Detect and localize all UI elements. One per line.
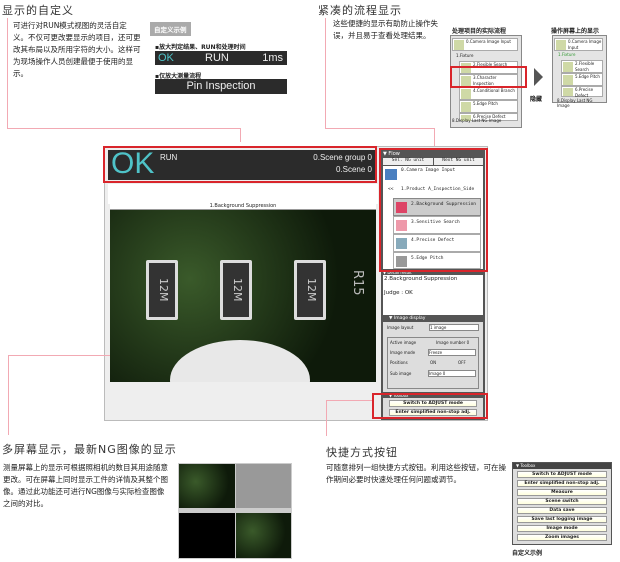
label: Positions [390, 360, 408, 365]
flow-item: 0.Camera Image Input [554, 38, 603, 51]
shortcut-caption: 自定义示例 [512, 550, 543, 557]
image-mode-field[interactable]: Freeze [428, 349, 476, 356]
example2-bar: Pin Inspection [155, 79, 287, 94]
flow-highlight [379, 148, 488, 272]
spacer [108, 184, 378, 204]
shortcut-button[interactable]: Enter simplified non-stop adj. [517, 480, 607, 487]
flow-item: 1.Fixture [456, 53, 474, 58]
arrow-right-icon [534, 68, 543, 86]
leader-line [326, 400, 372, 401]
multi-screen-image [178, 463, 292, 559]
off-radio[interactable]: OFF [458, 360, 466, 365]
view [179, 464, 235, 508]
flow-item: 1.Fixture [558, 52, 576, 57]
hide-label: 隐藏 [530, 96, 543, 103]
pad [170, 340, 310, 382]
view [236, 513, 291, 558]
divider [325, 128, 435, 129]
view [179, 513, 235, 558]
shortcut-button[interactable]: Scene switch [517, 498, 607, 505]
sub-image-select[interactable]: Image 0 [428, 370, 476, 377]
flow-item-last: 8.Display Last NG Image [452, 118, 502, 123]
multi-screen-body: 测量屏幕上的显示可根据照相机的数目其用途随意更改。可在屏幕上同时显示工件的详情及… [3, 463, 168, 508]
compact-flow-title: 紧凑的流程显示 [318, 4, 402, 17]
leader-line [240, 128, 241, 142]
multi-screen-title: 多屏幕显示，最新NG图像的显示 [2, 443, 177, 456]
time-text: 1ms [262, 52, 283, 64]
flow-item: 2.Flexible Search [561, 60, 603, 73]
shortcut-button[interactable]: Image mode [517, 525, 607, 532]
chip-label: 12M [220, 260, 252, 320]
shortcut-button[interactable]: Data save [517, 507, 607, 514]
leader-line [8, 355, 9, 435]
leader-line [434, 128, 435, 148]
chip-label: 12M [146, 260, 178, 320]
flow-item: 5.Edge Pitch [459, 100, 518, 113]
label: Image layout [387, 325, 414, 330]
flow-item: 4.Conditional Branch [459, 87, 518, 100]
shortcut-button[interactable]: Switch to ADJUST mode [517, 471, 607, 478]
custom-display-body: 可进行对RUN模式视图的灵活自定义。不仅可更改要显示的项目，还可更改其布局以及所… [13, 21, 141, 78]
label: Image mode [390, 350, 416, 355]
view [236, 464, 291, 508]
chip-label: R15 [350, 270, 365, 296]
image-layout-select[interactable]: 1 image [429, 324, 479, 331]
label: Sub image [390, 371, 412, 376]
flow-item: 0.Camera Image Input [452, 38, 518, 51]
judge-text: OK [158, 52, 174, 64]
divider [7, 18, 8, 128]
result-unit: 2.Background Suppression [384, 276, 458, 282]
shortcut-panel-header[interactable]: ▼ Toolbox [513, 463, 611, 469]
leader-line [8, 355, 110, 356]
image-display-panel: Image layout 1 image Active image Image … [383, 322, 483, 392]
shortcut-panel: ▼ Toolbox Switch to ADJUST mode Enter si… [512, 462, 612, 545]
result-box: 2.Background Suppression Judge : OK [383, 275, 483, 315]
shortcut-button[interactable]: Save last logging image [517, 516, 607, 523]
active-image-value: Image number 0 [436, 340, 470, 345]
example1-caption: ▪放大判定结果、RUN和处理时间 [155, 44, 246, 51]
mode-text: RUN [205, 52, 229, 64]
example-badge: 自定义示例 [150, 22, 191, 36]
flow-item: 5.Edge Pitch [561, 73, 603, 86]
flow-item: 6.Precise Defect [561, 86, 603, 98]
chip-label: 12M [294, 260, 326, 320]
hidden-items-highlight [450, 66, 527, 88]
toolbox-highlight [372, 393, 488, 419]
shortcut-button[interactable]: Zoom images [517, 534, 607, 541]
label: Active image [390, 340, 417, 345]
flow-item: 8.Display Last NG Image [557, 98, 593, 108]
divider [7, 128, 240, 129]
actual-flow-label: 处理项目的实际流程 [452, 28, 507, 35]
shortcut-button[interactable]: Measure [517, 489, 607, 496]
image-title: 1.Background Suppression [110, 203, 376, 210]
example1-bar: OK RUN 1ms [155, 51, 287, 65]
custom-display-title: 显示的自定义 [2, 4, 74, 17]
screen-flow-list: 0.Camera Image Input 1.Fixture 2.Flexibl… [552, 35, 607, 108]
image-display-header[interactable]: ▼ Image display [389, 316, 425, 321]
divider [325, 18, 326, 128]
screen-flow-label: 操作屏幕上的显示 [551, 28, 600, 35]
on-radio[interactable]: ON [430, 360, 436, 365]
shortcut-body: 可随意排列一组快捷方式按钮。利用这些按钮，可在操作期间必要时快速处理任何问题或调… [326, 463, 506, 484]
status-highlight [103, 146, 377, 183]
leader-line [326, 400, 327, 436]
camera-image: 12M 12M 12M R15 [110, 210, 376, 382]
compact-flow-body: 这些便捷的显示有助防止操作失误，并且易于查看处理结果。 [333, 19, 438, 40]
result-judge: Judge : OK [384, 290, 413, 296]
shortcut-title: 快捷方式按钮 [326, 446, 398, 459]
